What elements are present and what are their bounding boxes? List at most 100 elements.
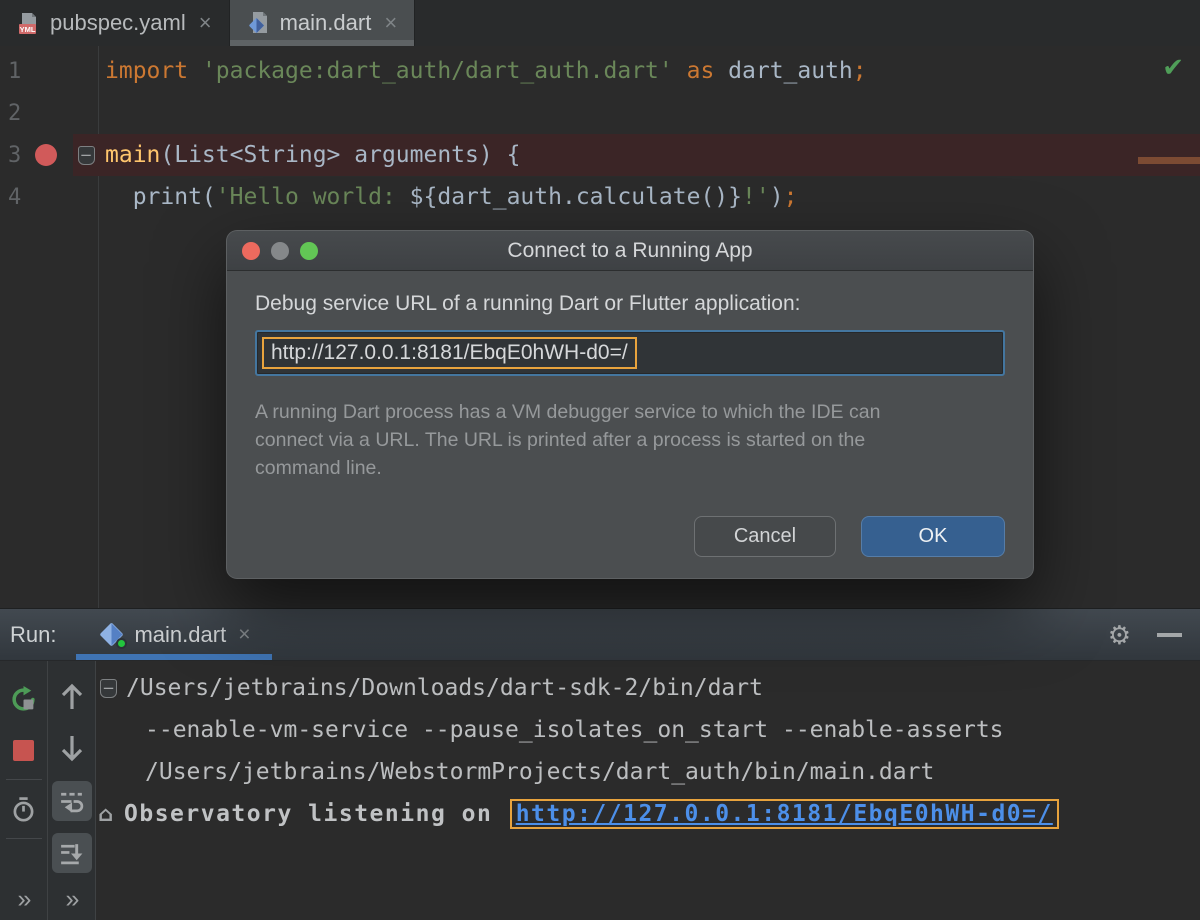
- fold-column: [73, 50, 99, 92]
- code-token: ;: [784, 184, 798, 210]
- description-line: A running Dart process has a VM debugger…: [255, 398, 1005, 426]
- minimize-window-button[interactable]: [271, 242, 289, 260]
- code-token: ): [770, 184, 784, 210]
- run-tool-window: Run: main.dart × ⚙: [0, 608, 1200, 920]
- console-text: /Users/jetbrains/Downloads/dart-sdk-2/bi…: [117, 675, 763, 701]
- fold-column: [73, 176, 99, 218]
- stop-icon[interactable]: [4, 730, 44, 770]
- gutter-cell[interactable]: 4: [0, 176, 73, 218]
- home-marker-icon[interactable]: ⌂: [98, 802, 115, 826]
- toolbar-separator: [6, 838, 42, 839]
- tab-label: pubspec.yaml: [50, 10, 186, 36]
- running-status-dot: [116, 638, 127, 649]
- editor-tabbar: YMLpubspec.yaml×main.dart×: [0, 0, 1200, 46]
- code-token: ${dart_auth.calculate()}: [410, 184, 742, 210]
- code-line: 1 import 'package:dart_auth/dart_auth.dar…: [0, 50, 1200, 92]
- close-window-button[interactable]: [242, 242, 260, 260]
- code-token: print(: [105, 184, 216, 210]
- gutter-cell[interactable]: 1: [0, 50, 73, 92]
- connect-dialog: Connect to a Running App Debug service U…: [227, 231, 1033, 578]
- observatory-url-link[interactable]: http://127.0.0.1:8181/EbqE0hWH-d0=/: [516, 801, 1053, 827]
- close-tab-icon[interactable]: ×: [380, 10, 397, 36]
- breakpoint-dot[interactable]: [35, 144, 57, 166]
- debug-url-value: http://127.0.0.1:8181/EbqE0hWH-d0=/: [262, 337, 637, 369]
- more-chevrons-icon[interactable]: »: [18, 885, 30, 914]
- run-console[interactable]: −/Users/jetbrains/Downloads/dart-sdk-2/b…: [96, 661, 1200, 920]
- timer-icon[interactable]: [4, 789, 44, 829]
- console-line: ⌂Observatory listening on http://127.0.0…: [96, 793, 1200, 835]
- close-run-tab-icon[interactable]: ×: [235, 623, 250, 647]
- code-token: 'Hello world:: [216, 184, 410, 210]
- dialog-buttons: Cancel OK: [694, 516, 1005, 557]
- svg-text:YML: YML: [20, 25, 36, 34]
- line-number[interactable]: 4: [8, 185, 21, 210]
- console-text: Observatory listening on: [115, 801, 508, 827]
- debug-url-label: Debug service URL of a running Dart or F…: [255, 271, 1005, 316]
- ok-button[interactable]: OK: [861, 516, 1005, 557]
- console-text: --enable-vm-service --pause_isolates_on_…: [96, 717, 1004, 743]
- rerun-icon[interactable]: [4, 679, 44, 719]
- yaml-file-icon: YML: [17, 11, 41, 35]
- inspection-ok-icon[interactable]: ✔: [1162, 52, 1184, 83]
- zoom-window-button[interactable]: [300, 242, 318, 260]
- code-token: 'package:dart_auth/dart_auth.dart': [202, 58, 673, 84]
- console-line: −/Users/jetbrains/Downloads/dart-sdk-2/b…: [96, 667, 1200, 709]
- more-chevrons-icon[interactable]: »: [66, 885, 78, 914]
- run-panel-header: Run: main.dart × ⚙: [0, 609, 1200, 661]
- console-text: /Users/jetbrains/WebstormProjects/dart_a…: [96, 759, 934, 785]
- run-tab-label: main.dart: [134, 622, 226, 648]
- dart-run-icon: [98, 621, 125, 648]
- editor-code-area: 1 import 'package:dart_auth/dart_auth.dar…: [0, 46, 1200, 218]
- gear-icon[interactable]: ⚙: [1108, 622, 1131, 648]
- window-traffic-lights: [242, 231, 318, 271]
- dialog-title: Connect to a Running App: [507, 239, 752, 263]
- run-tab-main-dart[interactable]: main.dart ×: [76, 609, 272, 660]
- minimize-icon[interactable]: [1157, 633, 1182, 637]
- line-number[interactable]: 1: [8, 59, 21, 84]
- toolbar-separator: [6, 779, 42, 780]
- line-number[interactable]: 3: [8, 143, 21, 168]
- gutter-cell[interactable]: 3: [0, 134, 73, 176]
- code-token: (List<String> arguments) {: [160, 142, 520, 168]
- code-token: ;: [853, 58, 867, 84]
- run-panel-title: Run:: [10, 622, 56, 648]
- fold-column: −: [73, 134, 99, 176]
- code-line-body: −main(List<String> arguments) {: [73, 134, 1200, 176]
- description-line: connect via a URL. The URL is printed af…: [255, 426, 1005, 454]
- description-line: command line.: [255, 454, 1005, 482]
- fold-marker-icon[interactable]: −: [100, 679, 117, 698]
- code-text: print('Hello world: ${dart_auth.calculat…: [99, 184, 797, 210]
- code-text: import 'package:dart_auth/dart_auth.dart…: [99, 58, 867, 84]
- editor-tab-pubspec-yaml[interactable]: YML pubspec.yaml ×: [0, 0, 230, 46]
- code-token: import: [105, 58, 202, 84]
- code-line: 2: [0, 92, 1200, 134]
- down-arrow-icon[interactable]: [52, 728, 92, 768]
- soft-wrap-icon[interactable]: [52, 781, 92, 821]
- link-highlight-box: http://127.0.0.1:8181/EbqE0hWH-d0=/: [510, 799, 1059, 829]
- code-line-body: [73, 92, 1200, 134]
- console-line: /Users/jetbrains/WebstormProjects/dart_a…: [96, 751, 1200, 793]
- dialog-titlebar[interactable]: Connect to a Running App: [227, 231, 1033, 271]
- console-line: --enable-vm-service --pause_isolates_on_…: [96, 709, 1200, 751]
- fold-marker-icon[interactable]: −: [78, 146, 95, 165]
- dialog-description: A running Dart process has a VM debugger…: [255, 398, 1005, 482]
- cancel-button[interactable]: Cancel: [694, 516, 836, 557]
- dart-file-icon: [247, 11, 271, 35]
- gutter-cell[interactable]: 2: [0, 92, 73, 134]
- scroll-to-end-icon[interactable]: [52, 833, 92, 873]
- code-token: main: [105, 142, 160, 168]
- code-line: 3 −main(List<String> arguments) {: [0, 134, 1200, 176]
- debug-url-input[interactable]: http://127.0.0.1:8181/EbqE0hWH-d0=/: [255, 330, 1005, 376]
- code-token: dart_auth: [714, 58, 852, 84]
- code-line-body: import 'package:dart_auth/dart_auth.dart…: [73, 50, 1200, 92]
- fold-column: [73, 92, 99, 134]
- ide-window: YMLpubspec.yaml×main.dart× 1import 'pack…: [0, 0, 1200, 920]
- up-arrow-icon[interactable]: [52, 677, 92, 717]
- code-text: main(List<String> arguments) {: [99, 142, 520, 168]
- editor-tab-main-dart[interactable]: main.dart×: [230, 0, 416, 46]
- close-tab-icon[interactable]: ×: [195, 10, 212, 36]
- code-line-body: print('Hello world: ${dart_auth.calculat…: [73, 176, 1200, 218]
- line-number[interactable]: 2: [8, 101, 21, 126]
- run-toolbar-left: »: [0, 661, 48, 920]
- breakpoint-stripe-mark: [1138, 157, 1200, 164]
